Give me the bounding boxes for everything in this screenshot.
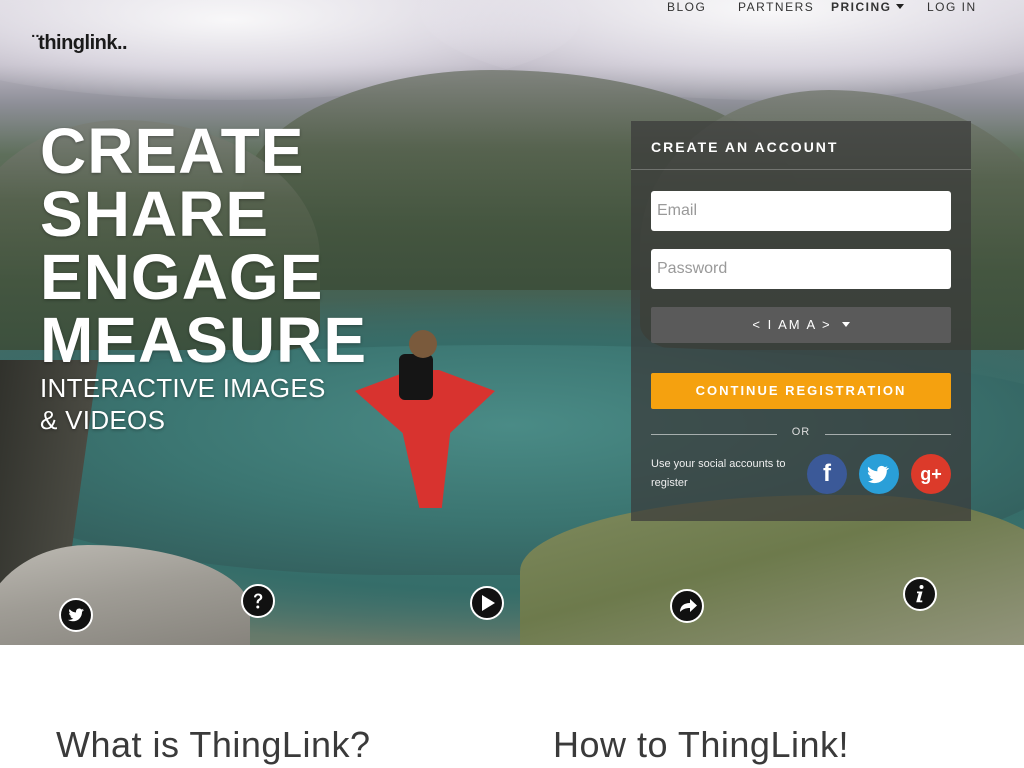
chevron-down-icon [841, 322, 850, 327]
subline: & VIDEOS [40, 405, 166, 435]
nav-pricing[interactable]: PRICING [831, 0, 904, 14]
flyer-head [409, 330, 437, 358]
continue-registration-button[interactable]: CONTINUE REGISTRATION [651, 373, 951, 409]
chevron-down-icon [895, 4, 904, 9]
hotspot-share[interactable] [670, 589, 704, 623]
play-icon [482, 595, 495, 611]
what-is-heading: What is ThingLink? [56, 724, 371, 765]
twitter-icon [68, 608, 84, 622]
signup-panel: CREATE AN ACCOUNT < I AM A > CONTINUE RE… [631, 121, 971, 521]
hotspot-twitter[interactable] [59, 598, 93, 632]
google-plus-icon: g+ [920, 464, 942, 484]
role-select-label: < I AM A > [752, 317, 832, 332]
thinglink-logo[interactable]: ¨thinglink.. [32, 32, 128, 55]
social-prompt: Use your social accounts to register [651, 458, 786, 489]
or-separator: OR [651, 426, 951, 442]
question-icon [254, 593, 263, 609]
divider [825, 434, 951, 435]
hero-headline: CREATE SHARE ENGAGE MEASURE INTERACTIVE … [40, 115, 368, 436]
hotspot-play[interactable] [470, 586, 504, 620]
facebook-icon: f [823, 460, 831, 487]
hotspot-info[interactable] [903, 577, 937, 611]
hotspot-question[interactable] [241, 584, 275, 618]
headline-line: CREATE [40, 115, 305, 187]
email-field[interactable] [651, 191, 951, 231]
share-arrow-icon [680, 599, 697, 612]
subline: INTERACTIVE IMAGES [40, 373, 326, 403]
info-icon [916, 585, 924, 603]
signup-title: CREATE AN ACCOUNT [651, 139, 839, 155]
password-field[interactable] [651, 249, 951, 289]
backpack [399, 354, 433, 400]
role-select[interactable]: < I AM A > [651, 307, 951, 343]
or-label: OR [791, 426, 811, 438]
headline-line: ENGAGE [40, 241, 324, 313]
twitter-icon [867, 465, 889, 484]
how-to-heading: How to ThingLink! [553, 724, 849, 765]
nav-partners[interactable]: PARTNERS [738, 0, 814, 14]
nav-pricing-label: PRICING [831, 0, 892, 14]
nav-blog[interactable]: BLOG [667, 0, 706, 14]
twitter-login-button[interactable] [859, 454, 899, 494]
facebook-login-button[interactable]: f [807, 454, 847, 494]
headline-line: SHARE [40, 178, 270, 250]
divider [631, 169, 971, 170]
wingsuit-flyer [345, 330, 505, 515]
divider [651, 434, 777, 435]
nav-login[interactable]: LOG IN [927, 0, 977, 14]
headline-line: MEASURE [40, 304, 368, 376]
google-plus-login-button[interactable]: g+ [911, 454, 951, 494]
